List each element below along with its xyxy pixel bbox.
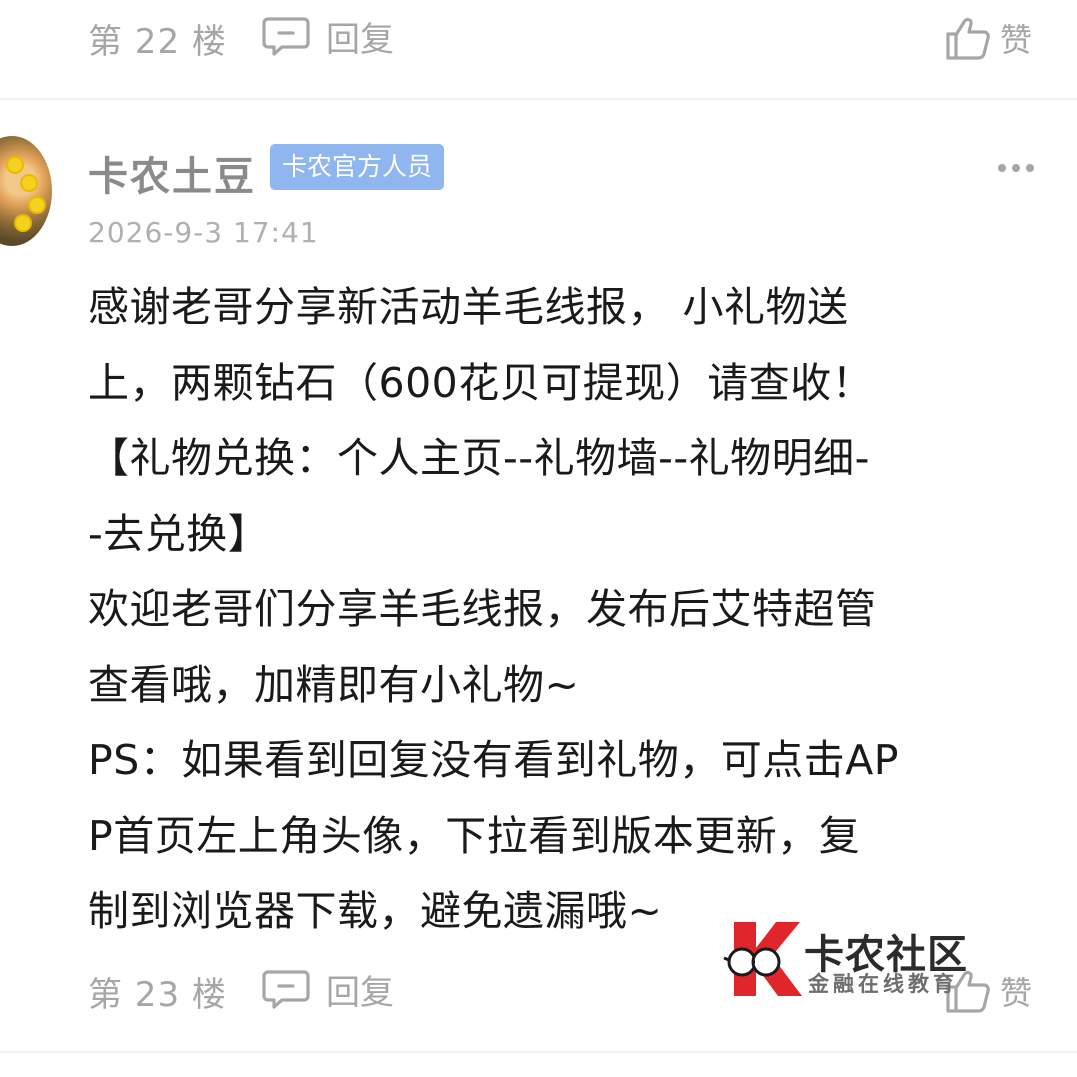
floor-number-label: 第 22 楼 <box>88 22 227 62</box>
post-content-line: 欢迎老哥们分享羊毛线报，发布后艾特超管 <box>88 585 877 633</box>
like-button[interactable]: 赞 <box>944 10 1032 66</box>
avatar-flower <box>30 198 44 212</box>
like-label: 赞 <box>1000 21 1033 59</box>
official-staff-badge: 卡农官方人员 <box>270 144 445 190</box>
kanong-logo-icon <box>723 922 802 996</box>
comment-icon <box>262 17 310 56</box>
thumbs-up-icon <box>946 17 990 60</box>
post-content-line: -去兑换】 <box>88 509 270 558</box>
post-divider <box>0 98 1077 100</box>
avatar-flower <box>16 216 30 230</box>
comment-icon <box>262 970 310 1009</box>
reply-button[interactable]: 回复 <box>262 965 394 1013</box>
post-divider <box>0 1051 1077 1053</box>
reply-label: 回复 <box>326 19 394 60</box>
post-content-line: 查看哦，加精即有小礼物~ <box>88 660 580 709</box>
avatar-flower <box>8 158 22 172</box>
post-timestamp: 2026-9-3 17:41 <box>88 216 319 249</box>
reply-label: 回复 <box>326 972 394 1013</box>
more-dots-icon[interactable] <box>994 154 1038 182</box>
kanong-watermark: 卡农社区 金融在线教育 <box>722 918 984 1000</box>
avatar-flower <box>22 176 36 190</box>
floor-number-label: 第 23 楼 <box>88 975 227 1015</box>
post-content: 感谢老哥分享新活动羊毛线报， 小礼物送 上，两颗钻石（600花贝可提现）请查收！… <box>88 270 1048 950</box>
post-content-line: 【礼物兑换：个人主页--礼物墙--礼物明细- <box>88 434 870 482</box>
post-content-line: 上，两颗钻石（600花贝可提现）请查收！ <box>88 358 874 407</box>
user-avatar[interactable] <box>0 136 52 246</box>
floor-22-footer: 第 22 楼 回复 赞 <box>0 0 1077 70</box>
post-content-line: P首页左上角头像，下拉看到版本更新，复 <box>88 811 861 860</box>
watermark-subtitle: 金融在线教育 <box>808 972 958 996</box>
post-content-line: 感谢老哥分享新活动羊毛线报， 小礼物送 <box>88 283 849 331</box>
reply-button[interactable]: 回复 <box>262 12 394 60</box>
like-label: 赞 <box>1000 974 1033 1012</box>
post-username[interactable]: 卡农土豆 <box>88 144 256 202</box>
post-content-line: PS：如果看到回复没有看到礼物，可点击AP <box>88 736 900 784</box>
